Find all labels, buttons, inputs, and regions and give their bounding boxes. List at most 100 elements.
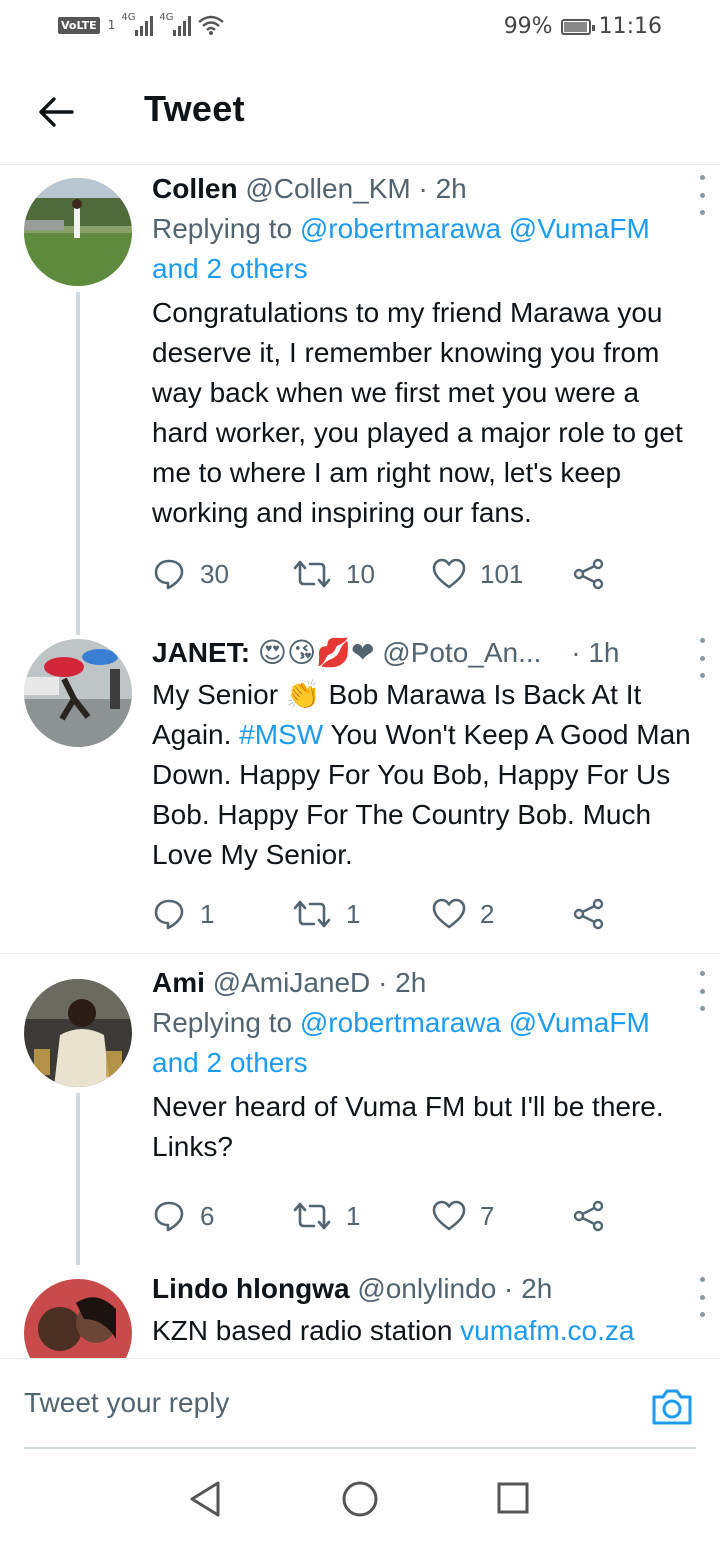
nav-back-button[interactable] bbox=[188, 1480, 222, 1523]
like-count: 2 bbox=[480, 898, 495, 929]
retweet-count: 10 bbox=[346, 558, 375, 589]
like-icon bbox=[432, 558, 466, 589]
website-link[interactable]: vumafm.co.za bbox=[460, 1315, 634, 1346]
reply-count: 6 bbox=[200, 1200, 215, 1231]
avatar[interactable] bbox=[24, 979, 132, 1087]
page-title: Tweet bbox=[144, 88, 245, 129]
tweet-content: Lindo hlongwa @onlylindo · 2h KZN based … bbox=[152, 1271, 696, 1351]
camera-icon bbox=[652, 1389, 692, 1425]
mentions-link[interactable]: @robertmarawa @VumaFM bbox=[300, 1007, 650, 1038]
nav-home-button[interactable] bbox=[341, 1480, 379, 1523]
nav-home-icon bbox=[342, 1481, 378, 1517]
share-button[interactable] bbox=[572, 558, 712, 590]
timestamp: · 2h bbox=[504, 1273, 553, 1304]
reply-icon bbox=[154, 1201, 184, 1232]
mentions-link[interactable]: @robertmarawa @VumaFM bbox=[300, 213, 650, 244]
back-arrow-icon bbox=[39, 97, 74, 127]
reply-count: 30 bbox=[200, 558, 229, 589]
thread-line bbox=[76, 1093, 80, 1265]
avatar[interactable] bbox=[24, 1279, 132, 1358]
divider bbox=[0, 953, 720, 954]
clap-emoji: 👏 bbox=[285, 679, 321, 710]
avatar[interactable] bbox=[24, 178, 132, 286]
volte-badge: VoLTE bbox=[58, 16, 100, 34]
reply-icon bbox=[154, 899, 184, 930]
like-button[interactable]: 2 bbox=[432, 898, 572, 930]
camera-button[interactable] bbox=[650, 1387, 694, 1432]
status-bar: VoLTE 1 4G 4G 99% 11:16 bbox=[0, 0, 720, 56]
handle[interactable]: @Poto_An... bbox=[382, 637, 541, 668]
replying-to: Replying to @robertmarawa @VumaFM and 2 o… bbox=[152, 1007, 650, 1078]
share-icon bbox=[573, 898, 604, 930]
retweet-icon bbox=[293, 1202, 331, 1230]
system-nav-bar bbox=[0, 1450, 720, 1541]
handle[interactable]: @Collen_KM bbox=[245, 173, 410, 204]
clock: 11:16 bbox=[598, 14, 662, 39]
tweet-actions: 1 1 2 bbox=[152, 897, 712, 931]
reply-button[interactable]: 30 bbox=[152, 557, 292, 591]
tweet-header: JANET: 😍😘💋❤ @Poto_An... · 1h bbox=[152, 635, 696, 671]
handle[interactable]: @AmiJaneD bbox=[213, 967, 371, 998]
reply-button[interactable]: 6 bbox=[152, 1199, 292, 1233]
tweet-text: My Senior 👏 Bob Marawa Is Back At It Aga… bbox=[152, 679, 691, 870]
nav-recents-button[interactable] bbox=[496, 1480, 530, 1521]
handle[interactable]: @onlylindo bbox=[357, 1273, 496, 1304]
retweet-icon bbox=[293, 560, 331, 588]
top-bar: Tweet bbox=[0, 60, 720, 165]
signal-icon: 4G bbox=[159, 12, 192, 36]
battery-percent: 99% bbox=[503, 14, 553, 39]
retweet-count: 1 bbox=[346, 1200, 361, 1231]
like-count: 101 bbox=[480, 558, 524, 589]
tweet-collen[interactable]: Collen @Collen_KM · 2h Replying to @robe… bbox=[0, 165, 720, 635]
tweet-content: Ami @AmiJaneD · 2h Replying to @robertma… bbox=[152, 965, 696, 1167]
status-left: VoLTE 1 4G 4G bbox=[58, 12, 225, 36]
display-name[interactable]: JANET: bbox=[152, 637, 250, 668]
hashtag-link[interactable]: #MSW bbox=[239, 719, 323, 750]
avatar[interactable] bbox=[24, 639, 132, 747]
tweet-header: Ami @AmiJaneD · 2h bbox=[152, 965, 696, 1001]
more-vertical-icon[interactable] bbox=[694, 971, 710, 1011]
tweet-text: Never heard of Vuma FM but I'll be there… bbox=[152, 1091, 664, 1162]
reply-bar: Tweet your reply bbox=[0, 1358, 720, 1449]
tweet-lindo[interactable]: Lindo hlongwa @onlylindo · 2h KZN based … bbox=[0, 1265, 720, 1358]
tweet-header: Collen @Collen_KM · 2h bbox=[152, 171, 696, 207]
share-button[interactable] bbox=[572, 1200, 712, 1232]
timestamp: · 1h bbox=[571, 637, 620, 668]
tweet-header: Lindo hlongwa @onlylindo · 2h bbox=[152, 1271, 696, 1307]
reply-button[interactable]: 1 bbox=[152, 897, 292, 931]
tweet-ami[interactable]: Ami @AmiJaneD · 2h Replying to @robertma… bbox=[0, 965, 720, 1265]
share-button[interactable] bbox=[572, 898, 712, 930]
others-link[interactable]: and 2 others bbox=[152, 1047, 308, 1078]
back-button[interactable] bbox=[34, 90, 78, 134]
nav-back-icon bbox=[190, 1481, 220, 1517]
status-right: 99% 11:16 bbox=[504, 14, 662, 39]
like-button[interactable]: 101 bbox=[432, 558, 572, 590]
replying-to: Replying to @robertmarawa @VumaFM and 2 o… bbox=[152, 213, 650, 284]
like-button[interactable]: 7 bbox=[432, 1200, 572, 1232]
display-name[interactable]: Lindo hlongwa bbox=[152, 1273, 350, 1304]
more-vertical-icon[interactable] bbox=[694, 638, 710, 678]
tweet-actions: 30 10 101 bbox=[152, 557, 712, 591]
tweet-janet[interactable]: JANET: 😍😘💋❤ @Poto_An... · 1h My Senior 👏… bbox=[0, 635, 720, 953]
retweet-button[interactable]: 10 bbox=[292, 558, 432, 590]
reply-count: 1 bbox=[200, 898, 215, 929]
tweet-content: JANET: 😍😘💋❤ @Poto_An... · 1h My Senior 👏… bbox=[152, 635, 696, 875]
sim-number: 1 bbox=[107, 18, 116, 32]
display-name[interactable]: Collen bbox=[152, 173, 238, 204]
tweet-feed[interactable]: Collen @Collen_KM · 2h Replying to @robe… bbox=[0, 165, 720, 1358]
name-emoji: 😍😘💋❤ bbox=[257, 637, 375, 668]
more-vertical-icon[interactable] bbox=[694, 175, 710, 215]
like-icon bbox=[432, 898, 466, 929]
retweet-button[interactable]: 1 bbox=[292, 1200, 432, 1232]
timestamp: · 2h bbox=[378, 967, 427, 998]
tweet-text: KZN based radio station vumafm.co.za bbox=[152, 1315, 635, 1346]
retweet-button[interactable]: 1 bbox=[292, 898, 432, 930]
display-name[interactable]: Ami bbox=[152, 967, 205, 998]
battery-icon bbox=[560, 18, 595, 35]
tweet-text: Congratulations to my friend Marawa you … bbox=[152, 297, 683, 528]
retweet-count: 1 bbox=[346, 898, 361, 929]
others-link[interactable]: and 2 others bbox=[152, 253, 308, 284]
reply-input[interactable]: Tweet your reply bbox=[24, 1387, 229, 1419]
more-vertical-icon[interactable] bbox=[694, 1277, 710, 1317]
wifi-icon bbox=[198, 15, 225, 35]
